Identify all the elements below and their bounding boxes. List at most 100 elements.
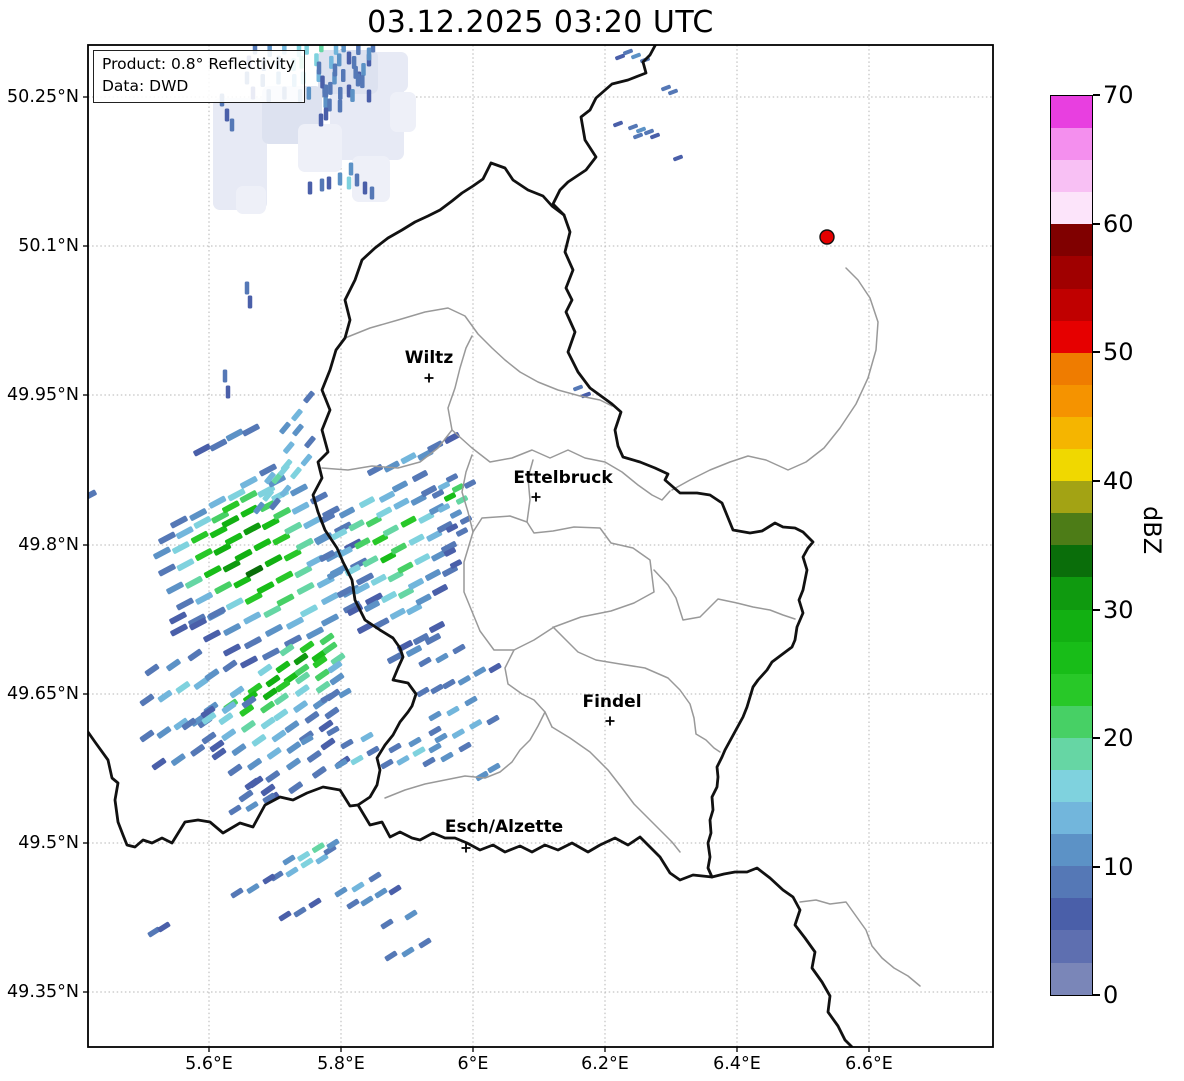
radar-echo-bin <box>473 666 487 677</box>
radar-echo-bin <box>279 421 291 435</box>
radar-echo-bin <box>273 708 289 722</box>
district-border <box>384 711 546 799</box>
radar-echo-bin <box>414 553 431 566</box>
radar-echo-bin <box>306 626 324 640</box>
radar-echo-bin <box>397 561 414 574</box>
product-info-box: Product: 0.8° Reflectivity Data: DWD <box>93 50 305 104</box>
radar-echo-bin <box>292 423 304 437</box>
radar-echo-bin <box>404 909 418 921</box>
radar-echo-bin <box>353 65 358 79</box>
colorbar-segment <box>1051 128 1092 161</box>
radar-echo-bin <box>266 747 282 760</box>
radar-echo-bin <box>262 647 280 661</box>
radar-echo-bin <box>324 706 340 720</box>
y-axis-tick-label: 49.65°N <box>7 684 79 704</box>
colorbar-segment <box>1051 224 1092 257</box>
radar-echo-bin <box>151 757 167 771</box>
colorbar-tick-label: 20 <box>1103 724 1134 752</box>
radar-echo-bin <box>218 712 234 725</box>
radar-echo-bin <box>348 519 365 532</box>
radar-echo-bin <box>225 428 244 442</box>
radar-echo-bin <box>457 675 471 686</box>
radar-echo-bin <box>333 45 339 55</box>
colorbar-tick-label: 50 <box>1103 338 1134 366</box>
radar-echo-bin <box>242 423 260 437</box>
radar-echo-bin <box>291 408 303 422</box>
faint-echo-patch <box>236 186 266 214</box>
radar-echo-bin <box>458 741 472 753</box>
radar-echo-bin <box>650 132 660 140</box>
country-border <box>710 866 854 1047</box>
colorbar-segment <box>1051 384 1092 417</box>
data-source-label: Data: DWD <box>102 76 189 95</box>
city-label: Ettelbruck <box>513 468 613 488</box>
radar-echo-bin <box>366 47 372 61</box>
x-axis-tick-label: 6.4°E <box>713 1054 761 1074</box>
radar-echo-bin <box>284 720 300 733</box>
colorbar-segment <box>1051 962 1092 995</box>
radar-echo-bin <box>187 648 203 662</box>
radar-echo-bin <box>214 581 233 595</box>
colorbar-segment <box>1051 737 1092 770</box>
colorbar-segment <box>1051 898 1092 931</box>
colorbar-segment <box>1051 641 1092 674</box>
radar-echo-bin <box>428 742 442 754</box>
colorbar-tick-mark <box>1093 223 1100 225</box>
radar-echo-bin <box>166 658 181 672</box>
radar-echo-bin <box>380 918 394 930</box>
radar-echo-bin <box>346 898 360 910</box>
radar-echo-bin <box>340 738 354 750</box>
radar-echo-bin <box>446 705 460 717</box>
city-marker <box>605 716 615 726</box>
radar-echo-bin <box>422 756 436 768</box>
product-label: Product: 0.8° Reflectivity <box>102 55 295 73</box>
radar-echo-bin <box>321 613 339 627</box>
radar-echo-bin <box>240 655 258 669</box>
radar-echo-bin <box>351 881 365 893</box>
radar-echo-bin <box>293 906 307 918</box>
radar-echo-bin <box>306 86 312 100</box>
radar-echo-bin <box>416 686 430 698</box>
radar-echo-bin <box>241 720 256 733</box>
y-axis-tick-label: 50.1°N <box>18 236 79 256</box>
country-border <box>311 161 815 882</box>
radar-echo-bin <box>415 593 432 606</box>
colorbar-tick-mark <box>1093 737 1100 739</box>
radar-echo-bin <box>185 575 203 589</box>
radar-echo-bin <box>360 895 374 907</box>
radar-echo-bin <box>412 470 428 482</box>
x-axis-tick-label: 5.8°E <box>317 1054 365 1074</box>
district-border <box>504 649 553 728</box>
colorbar-segment <box>1051 320 1092 353</box>
radar-echo-bin <box>382 524 399 537</box>
radar-echo-bin <box>139 729 155 743</box>
city-label: Esch/Alzette <box>444 817 564 837</box>
radar-echo-bin <box>291 501 310 515</box>
district-border <box>653 569 796 621</box>
faint-echo-patch <box>298 124 342 172</box>
city-label: Findel <box>582 692 642 712</box>
radar-echo-bin <box>323 84 329 98</box>
radar-echo-bin <box>193 443 211 457</box>
radar-echo-bin <box>455 527 469 537</box>
radar-echo-bin <box>381 591 397 603</box>
radar-echo-bin <box>293 652 309 666</box>
radar-echo-bin <box>247 295 253 309</box>
radar-echo-bin <box>304 45 309 55</box>
radar-echo-bin <box>286 616 304 630</box>
radar-echo-bin <box>157 690 173 703</box>
district-border <box>552 626 721 753</box>
radar-echo-bin <box>260 716 276 730</box>
radar-echo-bin <box>354 173 360 187</box>
colorbar-tick-label: 10 <box>1103 853 1134 881</box>
radar-echo-bin <box>244 281 250 295</box>
radar-echo-bin <box>379 490 395 503</box>
radar-echo-bin <box>273 507 291 520</box>
colorbar-tick-mark <box>1093 609 1100 611</box>
colorbar-segment <box>1051 802 1092 835</box>
radar-echo-bin <box>144 663 160 677</box>
radar-echo-bin <box>668 88 678 96</box>
y-axis-tick-label: 49.8°N <box>18 535 79 555</box>
radar-echo-bin <box>262 873 276 885</box>
radar-echo-bin <box>224 108 230 122</box>
